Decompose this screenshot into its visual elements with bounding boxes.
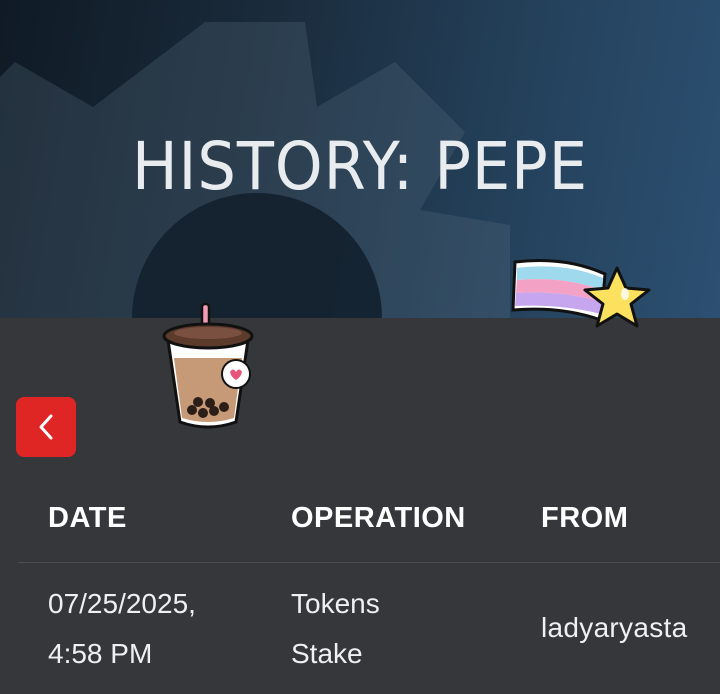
row-operation-line1: Tokens — [291, 588, 380, 619]
row-date-line2: 4:58 PM — [48, 638, 153, 669]
column-header-from[interactable]: FROM — [541, 502, 628, 535]
history-page: HISTORY: PEPE DATE OPERATION FROM 07/25/… — [0, 0, 720, 694]
row-from[interactable]: ladyaryasta — [541, 603, 688, 653]
chevron-left-icon — [39, 414, 53, 440]
row-date-line1: 07/25/2025, — [48, 588, 196, 619]
row-date: 07/25/2025, 4:58 PM — [48, 579, 196, 679]
back-button[interactable] — [16, 397, 76, 457]
table-row[interactable]: 07/25/2025, 4:58 PM Tokens Stake ladyary… — [0, 563, 720, 694]
boba-tea-sticker — [162, 302, 254, 429]
column-header-date[interactable]: DATE — [48, 502, 127, 535]
row-operation: Tokens Stake — [291, 579, 380, 679]
table-header: DATE OPERATION FROM — [18, 478, 720, 563]
history-table: DATE OPERATION FROM 07/25/2025, 4:58 PM … — [0, 478, 720, 694]
shooting-star-sticker — [511, 259, 651, 328]
row-operation-line2: Stake — [291, 638, 363, 669]
column-header-operation[interactable]: OPERATION — [291, 502, 466, 535]
page-title: HISTORY: PEPE — [131, 128, 589, 205]
